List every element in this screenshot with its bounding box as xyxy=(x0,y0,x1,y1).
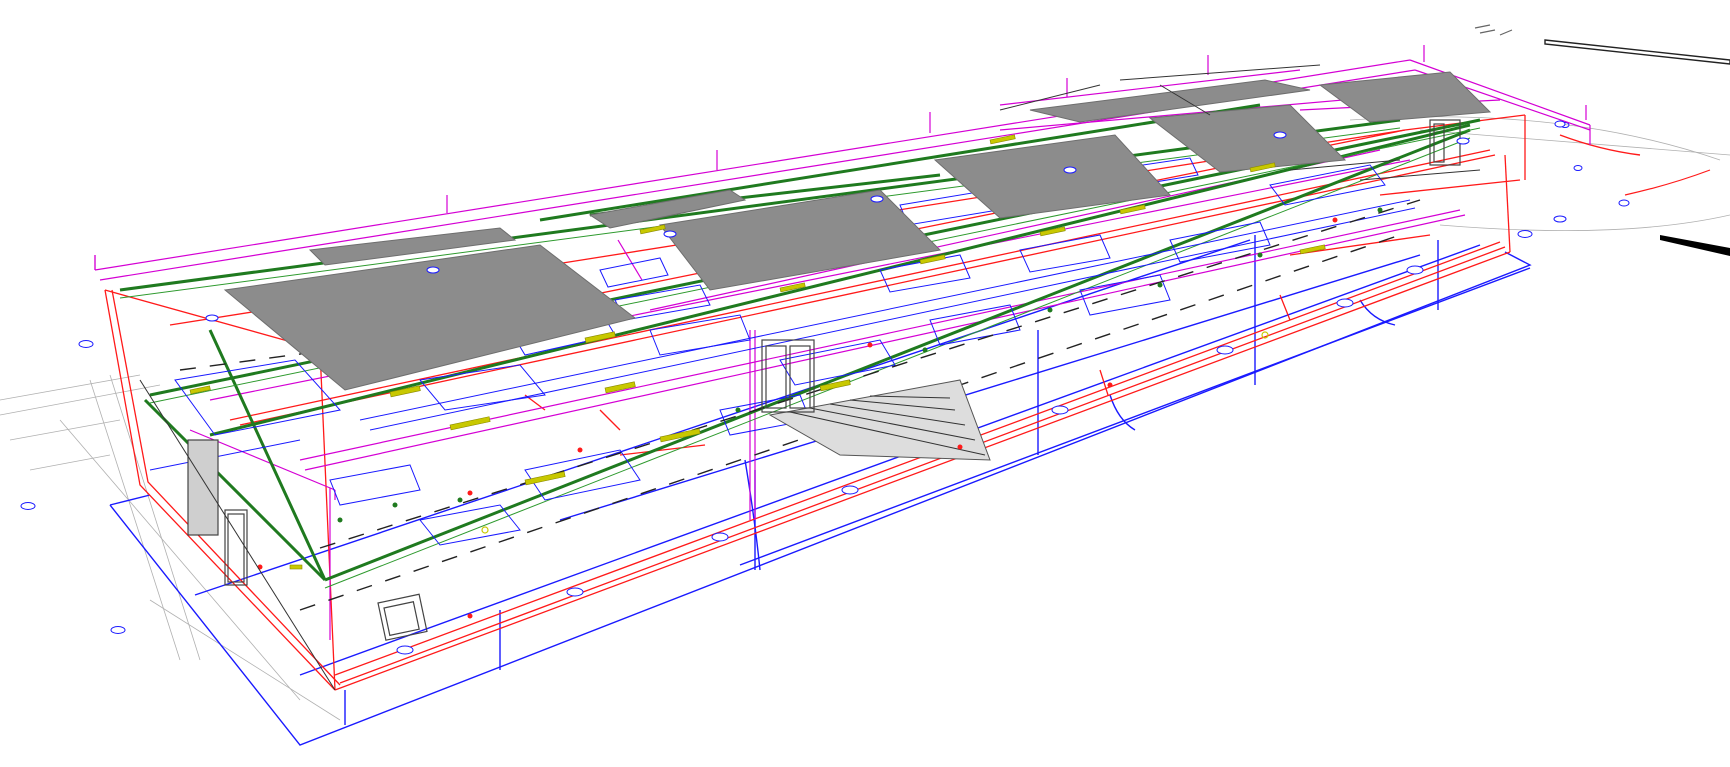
building-model-drawing[interactable] xyxy=(0,0,1730,767)
site-marker xyxy=(1474,24,1730,256)
model-viewport[interactable] xyxy=(0,0,1730,767)
roof-panels xyxy=(223,71,1492,391)
